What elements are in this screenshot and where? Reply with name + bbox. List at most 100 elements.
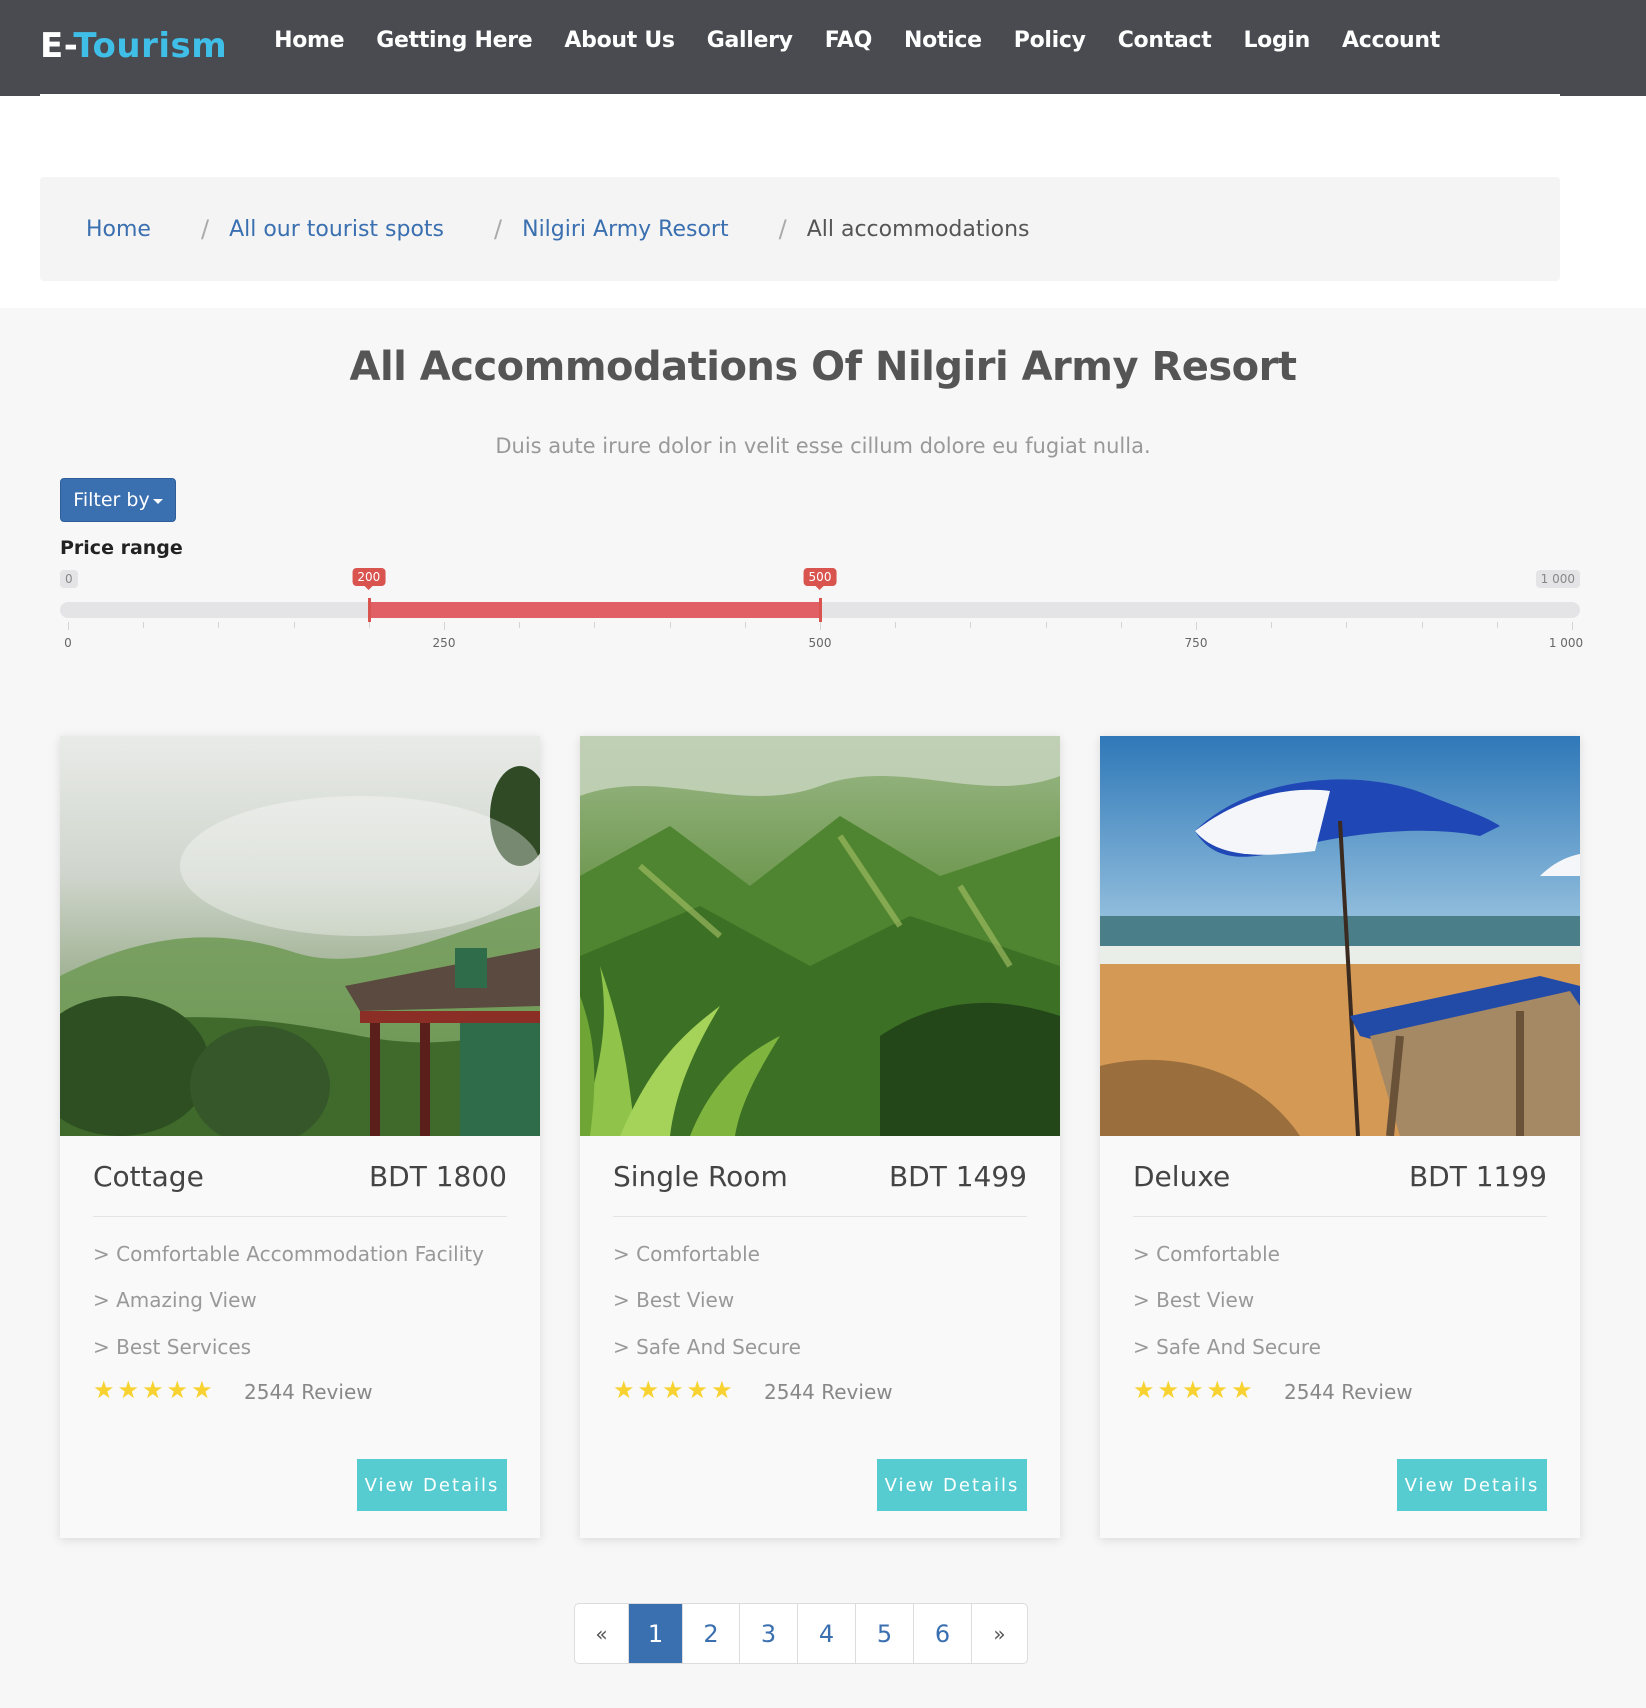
- accommodation-card: Single Room BDT 1499 > Comfortable > Bes…: [580, 736, 1060, 1538]
- star-icon: ★: [1182, 1376, 1204, 1404]
- view-details-button[interactable]: View Details: [877, 1459, 1027, 1511]
- filter-dropdown-button[interactable]: Filter by: [60, 478, 176, 522]
- pagination-page-2[interactable]: 2: [683, 1604, 740, 1663]
- feature-item: > Comfortable: [613, 1242, 760, 1266]
- breadcrumb-home[interactable]: Home: [86, 217, 151, 242]
- nav-gallery[interactable]: Gallery: [691, 28, 809, 53]
- slider-high-handle[interactable]: [819, 598, 822, 622]
- nav-getting-here[interactable]: Getting Here: [360, 28, 548, 53]
- slider-tick-label: 0: [64, 636, 72, 650]
- caret-down-icon: [152, 498, 163, 504]
- star-icon: ★: [637, 1376, 660, 1404]
- nav-account[interactable]: Account: [1326, 28, 1456, 53]
- feature-item: > Best Services: [93, 1335, 252, 1359]
- slider-tick: [970, 622, 972, 628]
- feature-item: > Best View: [613, 1288, 735, 1312]
- pagination-page-4[interactable]: 4: [798, 1604, 856, 1663]
- star-icon: ★: [117, 1376, 140, 1404]
- nav-policy[interactable]: Policy: [998, 28, 1102, 53]
- star-icon: ★: [1133, 1376, 1155, 1404]
- pagination-next[interactable]: »: [972, 1604, 1027, 1663]
- accommodation-name: Single Room: [613, 1160, 788, 1193]
- view-details-button[interactable]: View Details: [1397, 1459, 1547, 1511]
- top-navbar: E-Tourism Home Getting Here About Us Gal…: [0, 0, 1646, 96]
- slider-high-value: 500: [803, 568, 837, 590]
- slider-tick: [1045, 622, 1047, 628]
- nav-contact[interactable]: Contact: [1102, 28, 1228, 53]
- slider-tick: [444, 622, 445, 630]
- accommodation-price: BDT 1499: [888, 1160, 1027, 1193]
- star-icon: ★: [93, 1376, 115, 1404]
- pagination-prev[interactable]: «: [575, 1604, 629, 1663]
- slider-low-handle[interactable]: [367, 598, 371, 622]
- star-icon: ★: [142, 1376, 164, 1404]
- rating-stars: ★ ★ ★ ★ ★: [1133, 1378, 1253, 1402]
- review-count: 2544 Review: [1284, 1380, 1413, 1404]
- star-icon: ★: [1231, 1376, 1253, 1404]
- view-details-button[interactable]: View Details: [357, 1459, 507, 1511]
- slider-min-label: 0: [60, 570, 78, 588]
- filter-button-label: Filter by: [73, 489, 150, 511]
- slider-tick: [68, 622, 69, 630]
- slider-tick: [669, 622, 671, 628]
- slider-tick: [1196, 622, 1197, 630]
- slider-tick: [820, 622, 821, 630]
- brand-logo[interactable]: E-Tourism: [40, 26, 227, 66]
- nav-home[interactable]: Home: [258, 28, 360, 53]
- star-icon: ★: [1157, 1376, 1180, 1404]
- pagination-page-3[interactable]: 3: [740, 1604, 798, 1663]
- feature-item: > Comfortable Accommodation Facility: [93, 1242, 484, 1266]
- slider-tick: [1421, 622, 1423, 628]
- nav-login[interactable]: Login: [1227, 28, 1326, 53]
- star-icon: ★: [1206, 1376, 1229, 1404]
- pagination-page-1[interactable]: 1: [629, 1604, 683, 1663]
- slider-tick: [895, 622, 897, 628]
- nav-faq[interactable]: FAQ: [809, 28, 888, 53]
- feature-item: > Safe And Secure: [1133, 1335, 1321, 1359]
- review-count: 2544 Review: [244, 1380, 373, 1404]
- slider-tick: [519, 622, 521, 628]
- pagination-page-6[interactable]: 6: [914, 1604, 972, 1663]
- card-divider: [93, 1216, 507, 1217]
- accommodation-price: BDT 1800: [368, 1160, 507, 1193]
- accommodation-name: Deluxe: [1133, 1160, 1231, 1193]
- pagination-page-5[interactable]: 5: [856, 1604, 914, 1663]
- feature-item: > Comfortable: [1133, 1242, 1280, 1266]
- slider-selected-range: [368, 602, 820, 618]
- breadcrumb-separator: /: [200, 215, 210, 243]
- feature-item: > Safe And Secure: [613, 1335, 801, 1359]
- rating-stars: ★ ★ ★ ★ ★: [613, 1378, 733, 1402]
- breadcrumb-tourist-spots[interactable]: All our tourist spots: [229, 217, 444, 242]
- slider-max-label: 1 000: [1535, 570, 1580, 588]
- slider-low-value: 200: [352, 568, 386, 590]
- breadcrumb-resort[interactable]: Nilgiri Army Resort: [522, 217, 729, 242]
- slider-tick-label: 1 000: [1548, 636, 1584, 650]
- star-icon: ★: [711, 1376, 733, 1404]
- slider-tick: [1496, 622, 1498, 628]
- brand-prefix: E-: [40, 26, 74, 66]
- accommodation-image-cottage: [60, 736, 540, 1136]
- feature-item: > Best View: [1133, 1288, 1255, 1312]
- slider-tick: [1572, 622, 1573, 630]
- nav-about-us[interactable]: About Us: [548, 28, 690, 53]
- slider-tick: [744, 622, 746, 628]
- slider-tick: [594, 622, 596, 628]
- price-range-slider[interactable]: 0 1 000 200 500 0 250 500 750 1 000: [60, 568, 1584, 658]
- slider-tick-label: 250: [432, 636, 456, 650]
- accommodation-image-single-room: [580, 736, 1060, 1136]
- slider-tick: [1271, 622, 1273, 628]
- star-icon: ★: [686, 1376, 709, 1404]
- accommodation-card: Cottage BDT 1800 > Comfortable Accommoda…: [60, 736, 540, 1538]
- breadcrumb-current: All accommodations: [806, 216, 1030, 242]
- breadcrumb: Home / All our tourist spots / Nilgiri A…: [40, 177, 1560, 281]
- star-icon: ★: [191, 1376, 213, 1404]
- rating-stars: ★ ★ ★ ★ ★: [93, 1378, 213, 1402]
- accommodation-price: BDT 1199: [1408, 1160, 1547, 1193]
- slider-tick: [293, 622, 295, 628]
- slider-tick: [143, 622, 145, 628]
- accommodation-name: Cottage: [93, 1160, 204, 1193]
- slider-tick: [1346, 622, 1348, 628]
- nav-notice[interactable]: Notice: [888, 28, 998, 53]
- slider-tick: [368, 622, 370, 628]
- slider-tick: [218, 622, 220, 628]
